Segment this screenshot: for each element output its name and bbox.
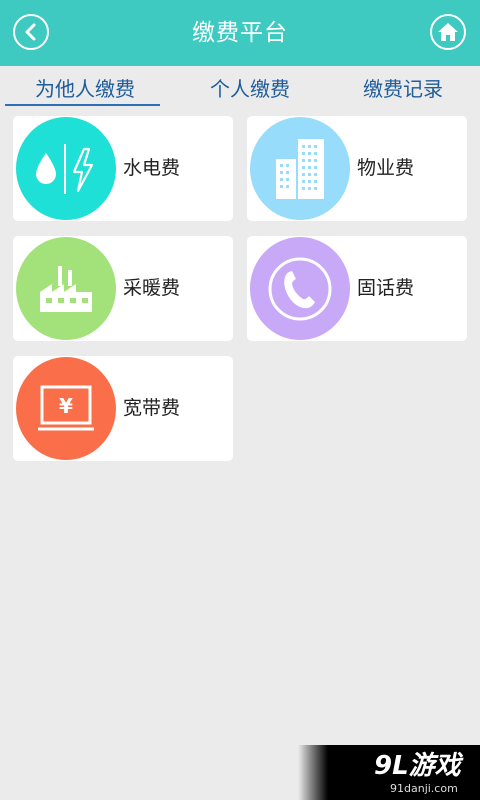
monitor-yuan-icon: ¥ xyxy=(16,357,116,460)
service-label: 物业费 xyxy=(357,157,415,179)
header-bar: 缴费平台 xyxy=(0,0,480,66)
service-card-broadband[interactable]: ¥ 宽带费 xyxy=(13,356,233,461)
building-icon xyxy=(250,117,350,220)
active-tab-indicator xyxy=(5,104,160,106)
home-button[interactable] xyxy=(430,14,466,50)
tab-pay-for-others[interactable]: 为他人缴费 xyxy=(5,74,165,104)
service-label: 宽带费 xyxy=(123,397,181,419)
service-card-property[interactable]: 物业费 xyxy=(247,116,467,221)
telephone-icon xyxy=(250,237,350,340)
tab-bar: 为他人缴费 个人缴费 缴费记录 xyxy=(0,66,480,110)
service-card-water-electricity[interactable]: 水电费 xyxy=(13,116,233,221)
page-title: 缴费平台 xyxy=(192,20,288,46)
watermark-logo: 9L游戏 xyxy=(374,751,461,781)
service-card-landline[interactable]: 固话费 xyxy=(247,236,467,341)
service-label: 水电费 xyxy=(123,157,181,179)
service-card-heating[interactable]: 采暖费 xyxy=(13,236,233,341)
factory-icon xyxy=(16,237,116,340)
tab-payment-records[interactable]: 缴费记录 xyxy=(330,74,476,104)
tab-personal-payment[interactable]: 个人缴费 xyxy=(176,74,324,104)
home-icon xyxy=(438,23,458,41)
water-electricity-icon xyxy=(16,117,116,220)
svg-text:¥: ¥ xyxy=(59,394,73,418)
service-label: 固话费 xyxy=(357,277,415,299)
service-label: 采暖费 xyxy=(123,277,181,299)
watermark-site: 91danji.com xyxy=(390,782,458,795)
